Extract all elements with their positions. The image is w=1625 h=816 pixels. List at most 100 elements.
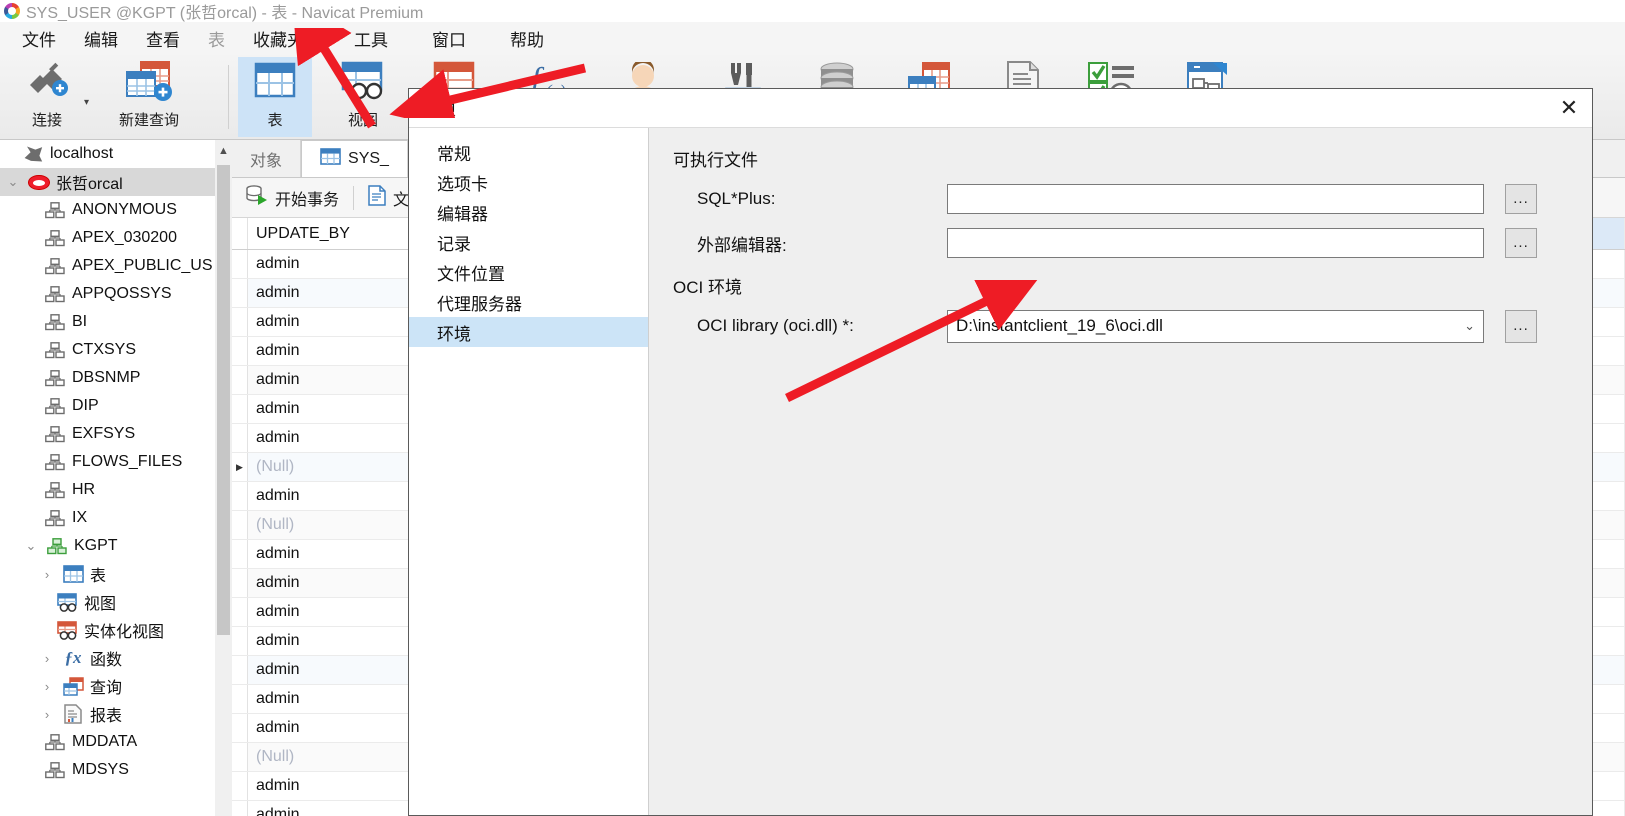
row-selector[interactable] xyxy=(232,279,248,307)
row-selector[interactable] xyxy=(232,540,248,568)
cell-update-by[interactable]: admin xyxy=(248,424,413,452)
row-selector[interactable] xyxy=(232,511,248,539)
row-selector[interactable] xyxy=(232,395,248,423)
chevron-down-icon[interactable]: ▾ xyxy=(84,97,89,108)
oci-library-combobox[interactable]: D:\instantclient_19_6\oci.dll ⌄ xyxy=(947,309,1484,343)
sidebar-tree[interactable]: localhost ⌄ 张哲orcal ANONYMOUS APEX_03020… xyxy=(0,140,232,816)
cell-update-by[interactable]: admin xyxy=(248,250,413,278)
chevron-right-icon[interactable]: › xyxy=(38,651,56,666)
sidebar-item-anonymous[interactable]: ANONYMOUS xyxy=(0,196,232,224)
row-selector[interactable] xyxy=(232,685,248,713)
cell-update-by[interactable]: admin xyxy=(248,801,413,816)
cell-update-by[interactable]: admin xyxy=(248,482,413,510)
dialog-nav-tabs[interactable]: 选项卡 xyxy=(409,167,648,197)
menu-item-table[interactable]: 表 xyxy=(194,23,239,54)
row-selector[interactable] xyxy=(232,569,248,597)
menu-item-edit[interactable]: 编辑 xyxy=(70,23,132,54)
sidebar-item-flows-files[interactable]: FLOWS_FILES xyxy=(0,448,232,476)
sidebar-item-apex-public-us[interactable]: APEX_PUBLIC_US xyxy=(0,252,232,280)
column-header-update-by[interactable]: UPDATE_BY xyxy=(248,218,413,249)
dialog-nav-environment[interactable]: 环境 xyxy=(409,317,648,347)
cell-update-by[interactable]: (Null) xyxy=(248,453,413,481)
sqlplus-input[interactable] xyxy=(947,184,1484,214)
row-selector[interactable] xyxy=(232,656,248,684)
sidebar-item-reports[interactable]: › 报表 xyxy=(0,700,232,728)
cell-update-by[interactable]: admin xyxy=(248,395,413,423)
sidebar-item-ctxsys[interactable]: CTXSYS xyxy=(0,336,232,364)
sidebar-item-tables[interactable]: › 表 xyxy=(0,560,232,588)
cell-update-by[interactable]: admin xyxy=(248,598,413,626)
chevron-right-icon[interactable]: › xyxy=(38,707,56,722)
sqlplus-browse-button[interactable]: ... xyxy=(1505,184,1537,214)
row-selector[interactable] xyxy=(232,772,248,800)
cell-update-by[interactable]: admin xyxy=(248,714,413,742)
chevron-right-icon[interactable]: › xyxy=(38,567,56,582)
tab-objects[interactable]: 对象 xyxy=(232,140,302,177)
sidebar-item-views[interactable]: 视图 xyxy=(0,588,232,616)
toolbar-button-view[interactable]: 视图 xyxy=(326,57,400,137)
scrollbar-thumb[interactable] xyxy=(217,165,230,635)
sidebar-item-functions[interactable]: › ƒx 函数 xyxy=(0,644,232,672)
cell-update-by[interactable]: admin xyxy=(248,308,413,336)
menu-item-file[interactable]: 文件 xyxy=(8,23,70,54)
external-editor-browse-button[interactable]: ... xyxy=(1505,228,1537,258)
scroll-up-arrow-icon[interactable]: ▲ xyxy=(215,140,232,162)
sidebar-item-hr[interactable]: HR xyxy=(0,476,232,504)
menu-item-tools[interactable]: 工具 xyxy=(340,23,402,54)
row-selector[interactable] xyxy=(232,482,248,510)
row-selector[interactable] xyxy=(232,598,248,626)
sidebar-item-mdsys[interactable]: MDSYS xyxy=(0,756,232,784)
cell-update-by[interactable]: admin xyxy=(248,366,413,394)
toolbar-button-table[interactable]: 表 xyxy=(238,57,312,137)
row-selector[interactable] xyxy=(232,627,248,655)
sidebar-item-materialized-views[interactable]: 实体化视图 xyxy=(0,616,232,644)
chevron-down-icon[interactable]: ⌄ xyxy=(22,538,40,554)
cell-update-by[interactable]: admin xyxy=(248,279,413,307)
sidebar-item-queries[interactable]: › 查询 xyxy=(0,672,232,700)
tab-sys-user[interactable]: SYS_ xyxy=(301,140,408,177)
sidebar-item-kgpt[interactable]: ⌄ KGPT xyxy=(0,532,232,560)
close-icon[interactable]: ✕ xyxy=(1546,89,1592,127)
row-selector[interactable] xyxy=(232,801,248,816)
chevron-down-icon[interactable]: ⌄ xyxy=(1464,318,1475,334)
cell-update-by[interactable]: admin xyxy=(248,685,413,713)
sidebar-item-appqossys[interactable]: APPQOSSYS xyxy=(0,280,232,308)
oci-library-browse-button[interactable]: ... xyxy=(1505,309,1537,343)
dialog-nav-editor[interactable]: 编辑器 xyxy=(409,197,648,227)
cell-update-by[interactable]: (Null) xyxy=(248,511,413,539)
cell-update-by[interactable]: admin xyxy=(248,569,413,597)
row-selector[interactable] xyxy=(232,743,248,771)
sidebar-scrollbar[interactable]: ▲ xyxy=(215,140,232,816)
dialog-nav-file-locations[interactable]: 文件位置 xyxy=(409,257,648,287)
chevron-right-icon[interactable]: › xyxy=(38,679,56,694)
row-selector[interactable] xyxy=(232,337,248,365)
dialog-nav-proxy-server[interactable]: 代理服务器 xyxy=(409,287,648,317)
row-selector[interactable] xyxy=(232,366,248,394)
cell-update-by[interactable]: admin xyxy=(248,337,413,365)
cell-update-by[interactable]: admin xyxy=(248,772,413,800)
sidebar-item-mddata[interactable]: MDDATA xyxy=(0,728,232,756)
sidebar-item-exfsys[interactable]: EXFSYS xyxy=(0,420,232,448)
dialog-nav-records[interactable]: 记录 xyxy=(409,227,648,257)
sidebar-item-localhost[interactable]: localhost xyxy=(0,140,232,168)
sidebar-item-zhangzhe-orcal[interactable]: ⌄ 张哲orcal xyxy=(0,168,232,196)
toolbar-button-connection[interactable]: 连接 xyxy=(10,57,84,137)
cell-update-by[interactable]: admin xyxy=(248,627,413,655)
sidebar-item-dbsnmp[interactable]: DBSNMP xyxy=(0,364,232,392)
menu-item-window[interactable]: 窗口 xyxy=(418,23,480,54)
cell-update-by[interactable]: admin xyxy=(248,540,413,568)
sidebar-item-ix[interactable]: IX xyxy=(0,504,232,532)
toolbar-button-new-query[interactable]: 新建查询 xyxy=(105,57,193,137)
menu-item-view[interactable]: 查看 xyxy=(132,23,194,54)
external-editor-input[interactable] xyxy=(947,228,1484,258)
cell-update-by[interactable]: admin xyxy=(248,656,413,684)
menu-item-favorites[interactable]: 收藏夹 xyxy=(239,23,318,54)
menu-item-help[interactable]: 帮助 xyxy=(496,23,558,54)
row-selector[interactable] xyxy=(232,250,248,278)
begin-transaction-button[interactable]: 开始事务 xyxy=(232,178,353,218)
sidebar-item-dip[interactable]: DIP xyxy=(0,392,232,420)
dialog-nav-general[interactable]: 常规 xyxy=(409,137,648,167)
row-selector[interactable] xyxy=(232,308,248,336)
chevron-down-icon[interactable]: ⌄ xyxy=(4,174,22,190)
row-selector-current[interactable]: ▶ xyxy=(232,453,248,481)
